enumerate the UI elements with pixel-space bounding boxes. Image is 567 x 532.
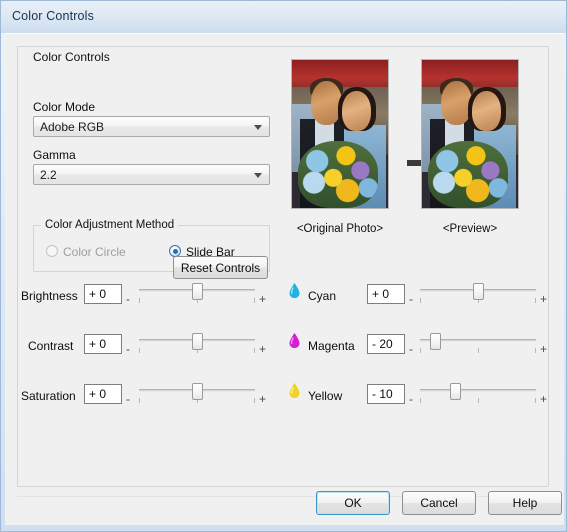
- yellow-value-input[interactable]: - 10: [367, 384, 405, 404]
- brightness-plus-sign: +: [259, 292, 267, 306]
- cyan-minus-sign: -: [409, 292, 413, 306]
- contrast-label: Contrast: [28, 339, 74, 353]
- reset-controls-button[interactable]: Reset Controls: [173, 256, 268, 279]
- cyan-value-input[interactable]: + 0: [367, 284, 405, 304]
- magenta-label: Magenta: [308, 339, 355, 353]
- magenta-slider-thumb[interactable]: [430, 333, 441, 350]
- ink-drop-cyan-icon: [289, 283, 300, 298]
- yellow-slider-track: [420, 389, 536, 392]
- saturation-label: Saturation: [21, 389, 76, 403]
- help-button[interactable]: Help: [488, 491, 562, 515]
- saturation-value-input[interactable]: + 0: [84, 384, 122, 404]
- magenta-minus-sign: -: [409, 342, 413, 356]
- cyan-label: Cyan: [308, 289, 337, 303]
- cyan-slider-thumb[interactable]: [473, 283, 484, 300]
- chevron-down-icon: [254, 173, 262, 178]
- contrast-value-input[interactable]: + 0: [84, 334, 122, 354]
- ink-drop-magenta-icon: [289, 333, 300, 348]
- window-title: Color Controls: [12, 9, 94, 23]
- title-bar: Color Controls: [1, 1, 566, 33]
- saturation-slider-thumb[interactable]: [192, 383, 203, 400]
- gamma-value: 2.2: [40, 168, 57, 182]
- brightness-slider[interactable]: [139, 282, 255, 308]
- cancel-button[interactable]: Cancel: [402, 491, 476, 515]
- color-adjustment-method-legend: Color Adjustment Method: [41, 219, 179, 231]
- contrast-slider-thumb[interactable]: [192, 333, 203, 350]
- magenta-plus-sign: +: [540, 342, 548, 356]
- original-photo-caption: <Original Photo>: [296, 223, 384, 235]
- contrast-minus-sign: -: [126, 342, 130, 356]
- yellow-slider[interactable]: [420, 382, 536, 408]
- radio-indicator-color-circle: [46, 245, 58, 257]
- yellow-label: Yellow: [308, 389, 343, 403]
- contrast-plus-sign: +: [259, 342, 267, 356]
- original-photo: [291, 59, 389, 209]
- yellow-slider-thumb[interactable]: [450, 383, 461, 400]
- yellow-minus-sign: -: [409, 392, 413, 406]
- radio-label-color-circle: Color Circle: [63, 245, 126, 259]
- color-mode-value: Adobe RGB: [40, 120, 105, 134]
- saturation-plus-sign: +: [259, 392, 267, 406]
- ink-drop-yellow-icon: [289, 383, 300, 398]
- group-legend: Color Controls: [28, 50, 115, 64]
- magenta-value-input[interactable]: - 20: [367, 334, 405, 354]
- gamma-label: Gamma: [33, 148, 76, 162]
- saturation-slider[interactable]: [139, 382, 255, 408]
- dialog-client-area: Color Controls Color Mode Adobe RGB Gamm…: [5, 33, 564, 525]
- saturation-minus-sign: -: [126, 392, 130, 406]
- chevron-down-icon: [254, 125, 262, 130]
- brightness-value-input[interactable]: + 0: [84, 284, 122, 304]
- ok-button[interactable]: OK: [316, 491, 390, 515]
- cyan-plus-sign: +: [540, 292, 548, 306]
- color-mode-select[interactable]: Adobe RGB: [33, 116, 270, 137]
- color-mode-label: Color Mode: [33, 100, 96, 114]
- brightness-label: Brightness: [21, 289, 78, 303]
- preview-photo-caption: <Preview>: [442, 223, 498, 235]
- brightness-minus-sign: -: [126, 292, 130, 306]
- yellow-plus-sign: +: [540, 392, 548, 406]
- magenta-slider[interactable]: [420, 332, 536, 358]
- contrast-slider[interactable]: [139, 332, 255, 358]
- gamma-select[interactable]: 2.2: [33, 164, 270, 185]
- preview-photo: [421, 59, 519, 209]
- color-controls-dialog: Color Controls Color Controls Color Mode…: [0, 0, 567, 532]
- cyan-slider[interactable]: [420, 282, 536, 308]
- brightness-slider-thumb[interactable]: [192, 283, 203, 300]
